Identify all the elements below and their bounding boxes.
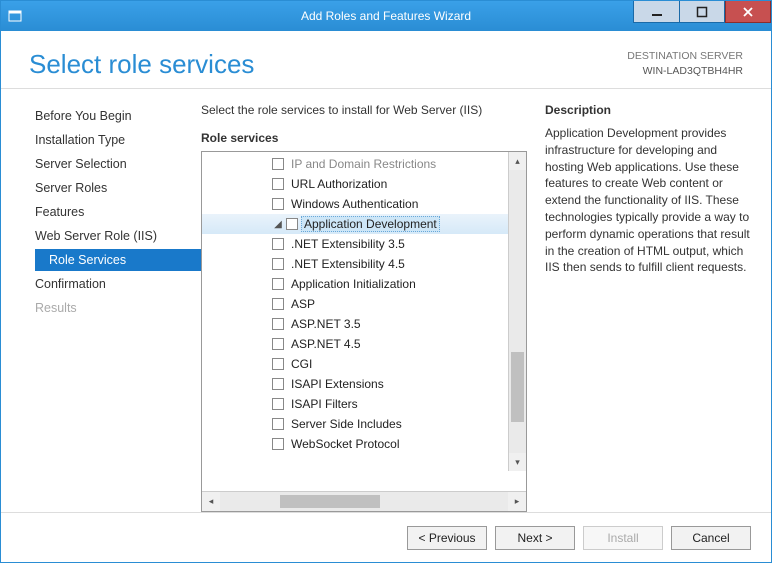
- scroll-left-icon[interactable]: ◂: [202, 492, 220, 511]
- checkbox[interactable]: [272, 198, 284, 210]
- previous-button[interactable]: < Previous: [407, 526, 487, 550]
- tree-item-label: Application Development: [301, 216, 440, 232]
- tree-item-label: ASP.NET 4.5: [290, 337, 362, 351]
- tree-item[interactable]: WebSocket Protocol: [202, 434, 526, 454]
- footer-buttons: < Previous Next > Install Cancel: [1, 512, 771, 562]
- tree-item[interactable]: .NET Extensibility 3.5: [202, 234, 526, 254]
- tree-item[interactable]: ASP.NET 4.5: [202, 334, 526, 354]
- body: Before You BeginInstallation TypeServer …: [1, 89, 771, 512]
- checkbox[interactable]: [286, 218, 298, 230]
- tree-item-label: ISAPI Filters: [290, 397, 359, 411]
- checkbox[interactable]: [272, 258, 284, 270]
- maximize-button[interactable]: [679, 1, 725, 23]
- destination-label: DESTINATION SERVER: [627, 49, 743, 64]
- tree-item-label: ISAPI Extensions: [290, 377, 385, 391]
- destination-value: WIN-LAD3QTBH4HR: [627, 64, 743, 79]
- page-title: Select role services: [29, 49, 254, 80]
- checkbox[interactable]: [272, 338, 284, 350]
- checkbox[interactable]: [272, 238, 284, 250]
- wizard-window: Add Roles and Features Wizard Select rol…: [0, 0, 772, 563]
- tree-item[interactable]: Windows Authentication: [202, 194, 526, 214]
- tree-item[interactable]: CGI: [202, 354, 526, 374]
- cancel-button[interactable]: Cancel: [671, 526, 751, 550]
- description-label: Description: [545, 103, 753, 117]
- checkbox[interactable]: [272, 418, 284, 430]
- tree-item[interactable]: .NET Extensibility 4.5: [202, 254, 526, 274]
- tree-item-label: .NET Extensibility 3.5: [290, 237, 406, 251]
- description-text: Application Development provides infrast…: [545, 125, 753, 276]
- sidebar-nav: Before You BeginInstallation TypeServer …: [1, 103, 201, 512]
- checkbox[interactable]: [272, 278, 284, 290]
- close-button[interactable]: [725, 1, 771, 23]
- center-column: Select the role services to install for …: [201, 103, 527, 512]
- window-icon: [1, 8, 29, 24]
- main-area: Select the role services to install for …: [201, 103, 771, 512]
- tree-item[interactable]: ISAPI Extensions: [202, 374, 526, 394]
- scroll-up-icon[interactable]: ▴: [509, 152, 526, 170]
- checkbox[interactable]: [272, 318, 284, 330]
- tree-item-label: .NET Extensibility 4.5: [290, 257, 406, 271]
- window-title: Add Roles and Features Wizard: [301, 9, 471, 23]
- checkbox[interactable]: [272, 378, 284, 390]
- window-buttons: [633, 1, 771, 31]
- tree-item[interactable]: ASP: [202, 294, 526, 314]
- tree-item[interactable]: IP and Domain Restrictions: [202, 154, 526, 174]
- description-column: Description Application Development prov…: [545, 103, 753, 512]
- nav-item-web-server-role[interactable]: Web Server Role (IIS): [29, 225, 201, 247]
- tree-item[interactable]: Application Initialization: [202, 274, 526, 294]
- tree-item-label: WebSocket Protocol: [290, 437, 401, 451]
- nav-item-role-services[interactable]: Role Services: [35, 249, 201, 271]
- scroll-down-icon[interactable]: ▾: [509, 453, 526, 471]
- tree-item[interactable]: ISAPI Filters: [202, 394, 526, 414]
- tree-item-label: IP and Domain Restrictions: [290, 157, 437, 171]
- tree-item[interactable]: ASP.NET 3.5: [202, 314, 526, 334]
- title-bar: Add Roles and Features Wizard: [1, 1, 771, 31]
- tree-item-label: Server Side Includes: [290, 417, 403, 431]
- install-button[interactable]: Install: [583, 526, 663, 550]
- checkbox[interactable]: [272, 438, 284, 450]
- tree-item-label: Application Initialization: [290, 277, 417, 291]
- nav-item-features[interactable]: Features: [29, 201, 201, 223]
- nav-item-results: Results: [29, 297, 201, 319]
- hscroll-thumb[interactable]: [280, 495, 380, 508]
- tree-item-label: ASP: [290, 297, 316, 311]
- header: Select role services DESTINATION SERVER …: [1, 31, 771, 89]
- next-button[interactable]: Next >: [495, 526, 575, 550]
- tree-item[interactable]: Server Side Includes: [202, 414, 526, 434]
- tree-item-label: URL Authorization: [290, 177, 388, 191]
- tree-item[interactable]: ◢ Application Development: [202, 214, 526, 234]
- scroll-thumb[interactable]: [511, 352, 524, 422]
- checkbox[interactable]: [272, 398, 284, 410]
- checkbox[interactable]: [272, 178, 284, 190]
- collapse-icon[interactable]: ◢: [272, 219, 284, 230]
- nav-item-installation-type[interactable]: Installation Type: [29, 129, 201, 151]
- tree-item-label: Windows Authentication: [290, 197, 419, 211]
- tree-item[interactable]: URL Authorization: [202, 174, 526, 194]
- tree-item-label: CGI: [290, 357, 313, 371]
- tree-item-label: ASP.NET 3.5: [290, 317, 362, 331]
- checkbox[interactable]: [272, 298, 284, 310]
- horizontal-scrollbar[interactable]: ◂ ▸: [202, 491, 526, 511]
- instruction-text: Select the role services to install for …: [201, 103, 527, 117]
- nav-item-confirmation[interactable]: Confirmation: [29, 273, 201, 295]
- checkbox[interactable]: [272, 358, 284, 370]
- minimize-button[interactable]: [633, 1, 679, 23]
- nav-item-server-selection[interactable]: Server Selection: [29, 153, 201, 175]
- nav-item-server-roles[interactable]: Server Roles: [29, 177, 201, 199]
- role-services-tree: IP and Domain Restrictions URL Authorizat…: [201, 151, 527, 512]
- nav-item-before-you-begin[interactable]: Before You Begin: [29, 105, 201, 127]
- checkbox[interactable]: [272, 158, 284, 170]
- scroll-right-icon[interactable]: ▸: [508, 492, 526, 511]
- destination-server-box: DESTINATION SERVER WIN-LAD3QTBH4HR: [627, 49, 743, 78]
- tree-scroll-area: IP and Domain Restrictions URL Authorizat…: [202, 152, 526, 491]
- vertical-scrollbar[interactable]: ▴ ▾: [508, 152, 526, 471]
- role-services-label: Role services: [201, 131, 527, 145]
- hscroll-track[interactable]: [220, 492, 508, 511]
